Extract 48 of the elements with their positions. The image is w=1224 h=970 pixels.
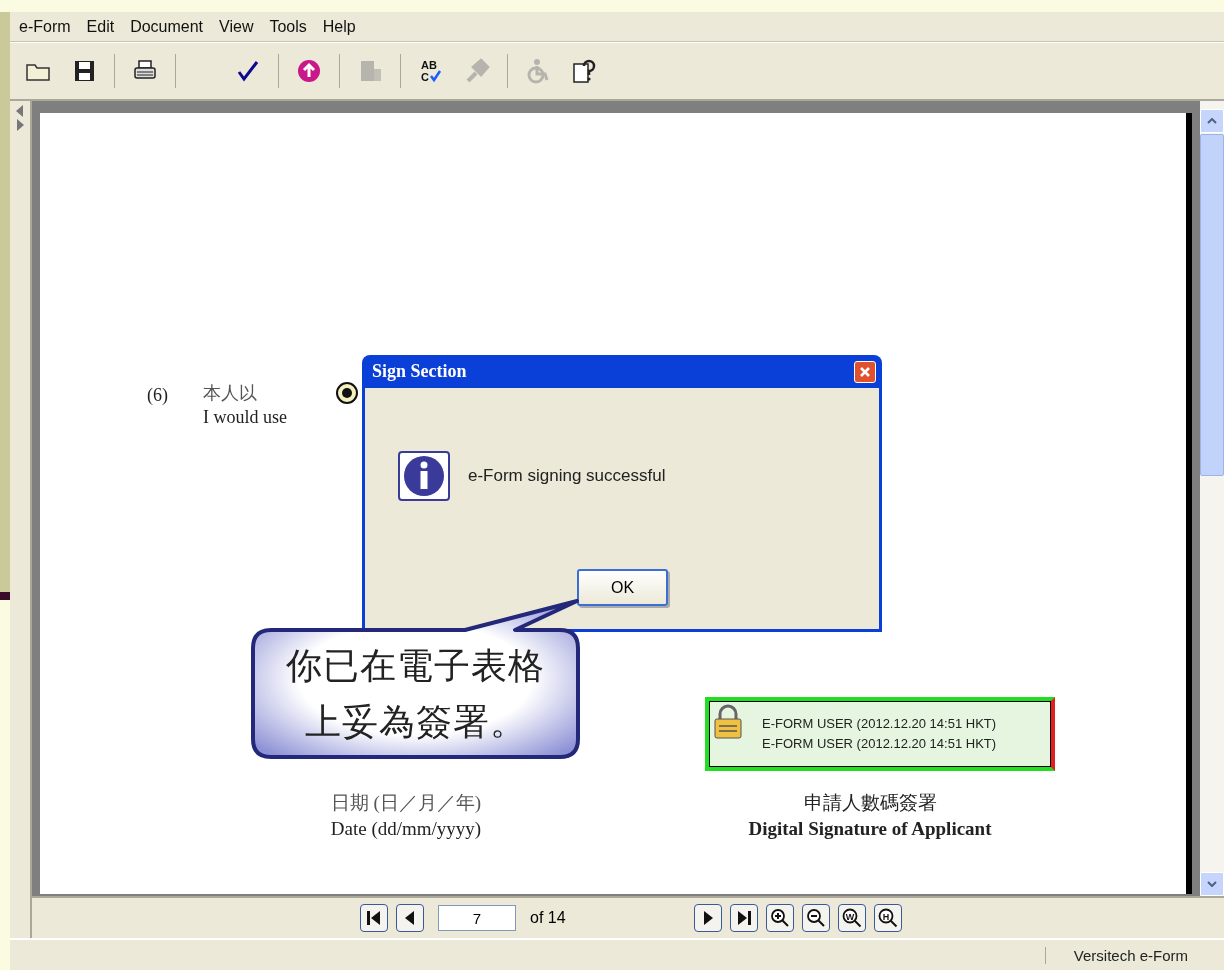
checkmark-icon	[235, 58, 261, 84]
scroll-up-button[interactable]	[1200, 109, 1224, 133]
signature-line: E-FORM USER (2012.12.20 14:51 HKT)	[762, 715, 997, 733]
menu-item[interactable]: Edit	[81, 17, 126, 36]
menu-item[interactable]: Tools	[264, 17, 318, 36]
signature-label: 申請人數碼簽署	[802, 791, 938, 815]
page-nav-button[interactable]	[396, 904, 424, 932]
upload-icon	[296, 58, 322, 84]
status-text: Versitech e-Form	[1044, 946, 1224, 964]
ok-button[interactable]: OK	[577, 569, 668, 606]
dialog-message: e-Form signing successful	[468, 466, 666, 486]
menu-item[interactable]: Document	[125, 17, 215, 36]
date-label: Date (dd/mm/yyyy)	[329, 817, 483, 841]
chevron-down-icon	[1207, 881, 1217, 887]
question-label: 本人以	[203, 382, 257, 405]
wheelchair-icon	[525, 58, 551, 84]
page-nav-button[interactable]	[729, 904, 758, 932]
dialog-title: Sign Section	[372, 361, 467, 382]
pin-icon	[464, 58, 490, 84]
radio-button[interactable]	[336, 382, 358, 404]
page-nav-button[interactable]	[765, 904, 794, 932]
page-nav-button[interactable]	[693, 904, 722, 932]
page-count: of 14	[530, 909, 566, 927]
lock-icon	[712, 704, 744, 740]
question-label: I would use	[203, 407, 287, 428]
page-number-field[interactable]: 7	[438, 905, 516, 931]
menu-item[interactable]: e-Form	[14, 17, 82, 36]
chevron-up-icon	[1207, 118, 1217, 124]
scroll-down-button[interactable]	[1200, 872, 1224, 896]
question-number: (6)	[147, 385, 168, 406]
expand-right-icon[interactable]	[16, 119, 24, 131]
info-icon	[398, 451, 450, 501]
signature-panel[interactable]: E-FORM USER (2012.12.20 14:51 HKT) E-FORM USER (2012.12.20 14:51 HKT)	[705, 697, 1055, 771]
signature-line: E-FORM USER (2012.12.20 14:51 HKT)	[762, 735, 997, 753]
close-icon	[859, 365, 871, 378]
page-nav-button[interactable]	[360, 904, 388, 932]
zoom-in-icon	[769, 908, 790, 928]
page-nav-button[interactable]	[801, 904, 830, 932]
close-button[interactable]	[854, 360, 876, 383]
menu-item[interactable]: View	[214, 17, 265, 36]
signature-label: Digital Signature of Applicant	[747, 817, 993, 841]
date-label: 日期 (日／月／年)	[329, 791, 483, 815]
help-icon	[571, 58, 597, 84]
scroll-thumb[interactable]	[1200, 134, 1224, 476]
zoom-out-icon	[805, 908, 826, 928]
callout-text: 你已在電子表格 上妥為簽署。	[286, 644, 545, 744]
menu-item[interactable]: Help	[317, 17, 367, 36]
collapse-left-icon[interactable]	[16, 105, 24, 117]
